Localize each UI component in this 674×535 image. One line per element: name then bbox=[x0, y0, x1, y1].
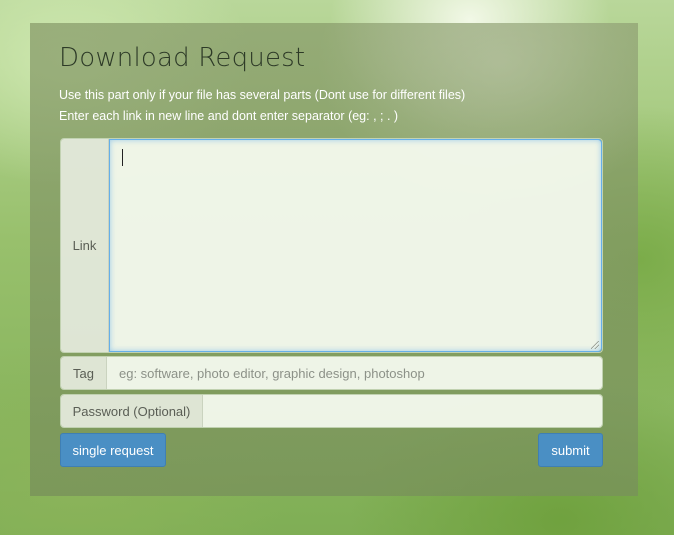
link-label: Link bbox=[61, 139, 109, 352]
download-request-panel: Download Request Use this part only if y… bbox=[30, 23, 638, 496]
tag-label: Tag bbox=[61, 357, 107, 389]
password-label: Password (Optional) bbox=[61, 395, 203, 427]
instruction-text-parts: Use this part only if your file has seve… bbox=[59, 88, 466, 102]
resize-handle-icon[interactable] bbox=[591, 341, 599, 349]
text-cursor bbox=[122, 149, 123, 166]
submit-button[interactable]: submit bbox=[538, 433, 603, 467]
link-textarea[interactable] bbox=[109, 139, 602, 352]
instruction-text-separator: Enter each link in new line and dont ent… bbox=[59, 109, 399, 123]
password-input[interactable] bbox=[203, 395, 602, 427]
single-request-button[interactable]: single request bbox=[60, 433, 166, 467]
tag-input[interactable]: eg: software, photo editor, graphic desi… bbox=[107, 357, 602, 389]
link-input-group: Link bbox=[60, 138, 603, 353]
page-title: Download Request bbox=[59, 43, 306, 73]
tag-input-group: Tag eg: software, photo editor, graphic … bbox=[60, 356, 603, 390]
password-input-group: Password (Optional) bbox=[60, 394, 603, 428]
